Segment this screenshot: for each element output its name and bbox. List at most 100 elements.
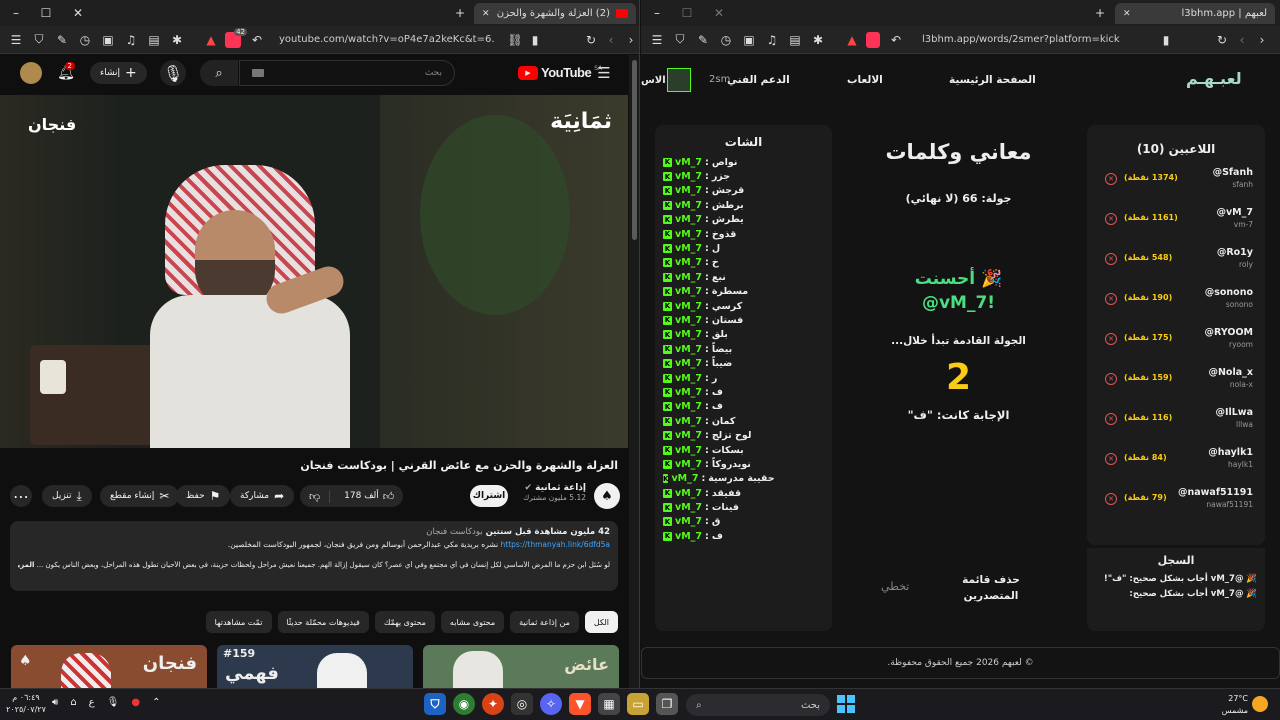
bookmark-icon[interactable]: ▮: [527, 32, 543, 48]
close-tab-icon[interactable]: ✕: [1123, 9, 1131, 19]
volume-icon[interactable]: 🔊︎: [52, 697, 58, 708]
mic-icon[interactable]: 🎙︎: [107, 697, 120, 708]
alert-icon[interactable]: ▲: [203, 32, 219, 48]
close-window-icon[interactable]: ✕: [711, 5, 727, 21]
chip-all[interactable]: الكل: [584, 611, 618, 633]
remove-player-icon[interactable]: ✕: [1105, 213, 1117, 225]
menu-icon[interactable]: ☰: [8, 32, 24, 48]
remove-player-icon[interactable]: ✕: [1105, 453, 1117, 465]
create-button[interactable]: إنشاء +: [90, 62, 147, 84]
language-indicator[interactable]: ع: [89, 697, 95, 708]
shield-icon[interactable]: ⛉: [672, 32, 688, 48]
chrome-icon[interactable]: ◉: [453, 693, 475, 715]
hamburger-menu-icon[interactable]: ☰: [596, 64, 612, 82]
skip-button[interactable]: تخطي: [881, 580, 909, 593]
task-view-icon[interactable]: ❐: [656, 693, 678, 715]
history-icon[interactable]: ◷: [718, 32, 734, 48]
download-button[interactable]: تنزيل ⤓: [42, 485, 92, 507]
remove-player-icon[interactable]: ✕: [1105, 493, 1117, 505]
forward-icon[interactable]: ‹: [603, 32, 619, 48]
remove-player-icon[interactable]: ✕: [1105, 293, 1117, 305]
nav-games[interactable]: الالعاب: [847, 74, 883, 86]
discord-icon[interactable]: ✧: [540, 693, 562, 715]
brave-icon[interactable]: ▼: [569, 693, 591, 715]
notifications-bell-icon[interactable]: 🔔︎ 2: [55, 62, 77, 84]
remove-player-icon[interactable]: ✕: [1105, 173, 1117, 185]
network-icon[interactable]: ⌂: [70, 697, 76, 708]
minimize-icon[interactable]: –: [649, 5, 665, 21]
nav-support[interactable]: الدعم الفني: [727, 74, 790, 86]
address-bar[interactable]: youtube.com/watch?v=oP4e7a2keKc&t=6...: [271, 30, 503, 50]
forward-icon[interactable]: ‹: [1234, 32, 1250, 48]
like-button[interactable]: 178 ألف 👍︎: [335, 490, 403, 503]
nav-back-icon[interactable]: ›: [1254, 32, 1270, 48]
thumbnail-3[interactable]: فنجان ♠: [11, 645, 207, 688]
reload-icon[interactable]: ↻: [583, 32, 599, 48]
menu-icon[interactable]: ☰: [649, 32, 665, 48]
back-icon[interactable]: ↶: [888, 32, 904, 48]
start-button[interactable]: [837, 695, 855, 713]
sidebar-icon[interactable]: ▣: [741, 32, 757, 48]
close-window-icon[interactable]: ✕: [70, 5, 86, 21]
music-icon[interactable]: ♫: [764, 32, 780, 48]
back-icon[interactable]: ↶: [249, 32, 265, 48]
keyboard-icon[interactable]: [252, 69, 264, 77]
brave-shield-icon[interactable]: 42: [225, 27, 247, 48]
clip-button[interactable]: إنشاء مقطع ✂: [100, 485, 180, 507]
taskbar-search[interactable]: بحث ⌕: [686, 694, 830, 716]
more-actions-icon[interactable]: ⋯: [10, 485, 32, 507]
user-avatar[interactable]: [667, 68, 691, 92]
shield-app-icon[interactable]: ⛉: [424, 693, 446, 715]
address-bar[interactable]: l3bhm.app/words/2smer?platform=kick: [914, 30, 1154, 50]
save-button[interactable]: حفظ ⚑: [176, 485, 231, 507]
subscribe-button[interactable]: اشتراك: [470, 485, 508, 507]
music-icon[interactable]: ♫: [123, 32, 139, 48]
puzzle-icon[interactable]: ✱: [169, 32, 185, 48]
close-tab-icon[interactable]: ✕: [482, 9, 490, 19]
new-tab-icon[interactable]: +: [1092, 5, 1108, 21]
weather-widget[interactable]: 27°C مشمس: [1212, 693, 1248, 717]
file-explorer-icon[interactable]: ▭: [627, 693, 649, 715]
extension-icon[interactable]: ✎: [695, 32, 711, 48]
thumbnail-2[interactable]: #159 فهمي: [217, 645, 413, 688]
extension-icon[interactable]: ✎: [54, 32, 70, 48]
search-input[interactable]: بحث: [239, 60, 455, 86]
remove-player-icon[interactable]: ✕: [1105, 413, 1117, 425]
remove-player-icon[interactable]: ✕: [1105, 253, 1117, 265]
chip-for-you[interactable]: محتوى يهمّك: [374, 611, 435, 633]
dislike-icon[interactable]: 👎︎: [300, 489, 331, 503]
voice-search-icon[interactable]: 🎙︎: [160, 60, 186, 86]
maximize-icon[interactable]: ☐: [679, 5, 695, 21]
nav-home[interactable]: الصفحة الرئيسية: [949, 74, 1036, 86]
chip-related[interactable]: محتوى مشابه: [440, 611, 505, 633]
brave-shield-icon[interactable]: [866, 31, 880, 48]
store-icon[interactable]: ▦: [598, 693, 620, 715]
remove-player-icon[interactable]: ✕: [1105, 373, 1117, 385]
more-button[interactable]: المزيد: [18, 561, 34, 569]
share-button[interactable]: مشاركة ➦: [230, 485, 295, 507]
chip-watched[interactable]: تمّت مشاهدتها: [205, 611, 272, 633]
link-icon[interactable]: ⛓: [507, 32, 523, 48]
tab-youtube[interactable]: ✕ (2) العزلة والشهرة والحزن مع عائ: [474, 3, 636, 24]
youtube-logo[interactable]: ▶ YouTube SA: [518, 65, 602, 80]
new-tab-icon[interactable]: +: [452, 5, 468, 21]
minimize-icon[interactable]: –: [8, 5, 24, 21]
reload-icon[interactable]: ↻: [1214, 32, 1230, 48]
yt-scroll-thumb[interactable]: [632, 60, 637, 240]
chip-from-channel[interactable]: من إذاعة ثمانية: [510, 611, 579, 633]
chip-recently-uploaded[interactable]: فيديوهات محمّلة حديثًا: [277, 611, 369, 633]
description-link[interactable]: https://thmanyah.link/6dfd5a: [501, 540, 611, 549]
avatar[interactable]: [20, 62, 42, 84]
nav-back-icon[interactable]: ›: [623, 32, 639, 48]
sidebar-icon[interactable]: ▣: [100, 32, 116, 48]
site-logo[interactable]: لعبـهـم: [1186, 69, 1242, 88]
record-icon[interactable]: ●: [131, 697, 140, 708]
puzzle-icon[interactable]: ✱: [810, 32, 826, 48]
history-icon[interactable]: ◷: [77, 32, 93, 48]
tray-chevron-icon[interactable]: ⌃: [152, 697, 160, 708]
maximize-icon[interactable]: ☐: [38, 5, 54, 21]
alert-icon[interactable]: ▲: [844, 32, 860, 48]
bookmark-icon[interactable]: ▮: [1158, 32, 1174, 48]
firefox-icon[interactable]: ✦: [482, 693, 504, 715]
remove-player-icon[interactable]: ✕: [1105, 333, 1117, 345]
